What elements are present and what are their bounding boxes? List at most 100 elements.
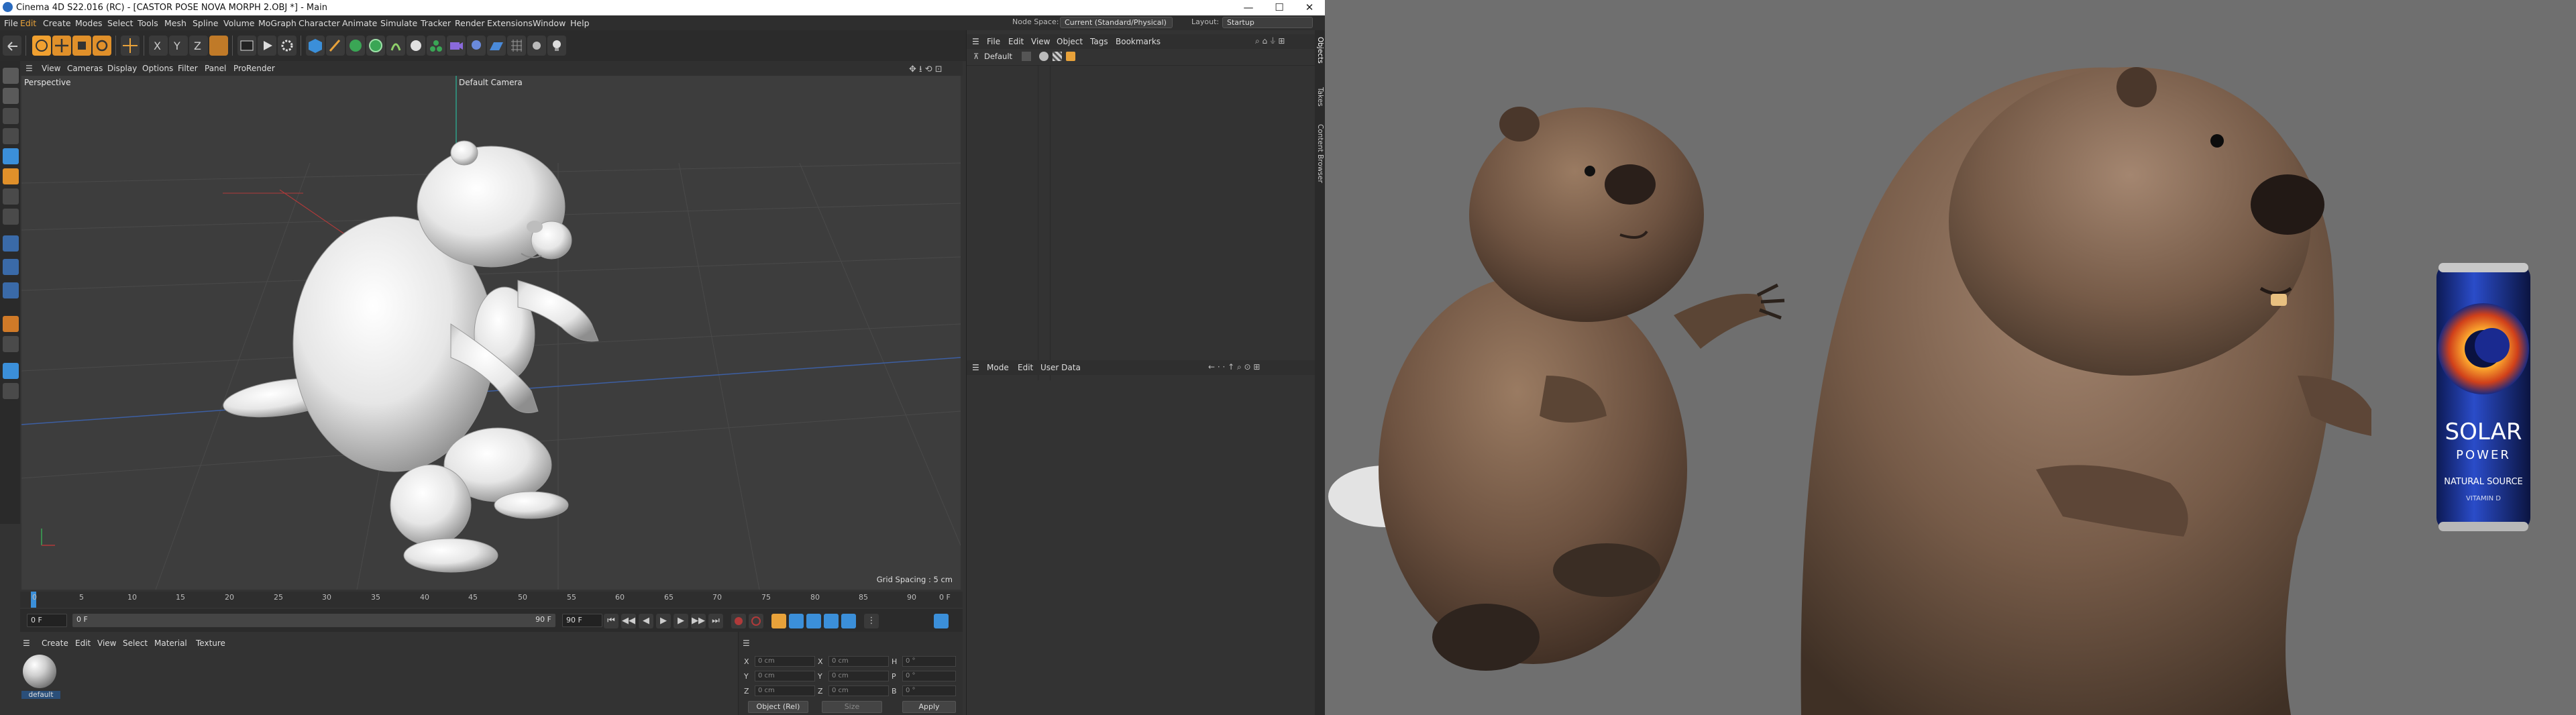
snap-icon[interactable] <box>3 259 19 275</box>
attributes-hamburger-icon[interactable]: ☰ <box>972 363 979 372</box>
light-icon[interactable] <box>467 36 486 56</box>
menu-file[interactable]: File <box>4 18 18 28</box>
play-icon[interactable]: ▶ <box>656 614 671 628</box>
rot-b-field[interactable]: 0 ° <box>902 685 956 696</box>
viewport-menu-panel[interactable]: Panel <box>205 64 226 73</box>
rot-p-field[interactable]: 0 ° <box>902 671 956 681</box>
apply-button[interactable]: Apply <box>902 701 956 713</box>
layer-default-label[interactable]: Default <box>984 52 1012 61</box>
polygons-mode-icon[interactable] <box>3 188 19 205</box>
viewport-menu-options[interactable]: Options <box>142 64 173 73</box>
grid-snap-icon[interactable] <box>507 36 526 56</box>
key-rotation-icon[interactable] <box>806 614 821 628</box>
menu-edit[interactable]: Edit <box>20 18 36 28</box>
objects-menu-view[interactable]: View <box>1031 37 1050 46</box>
attributes-nav-icons[interactable]: ← · · ↑ ⌕ ⊙ ⊞ <box>1208 362 1260 372</box>
make-editable-icon[interactable] <box>3 68 19 84</box>
menu-help[interactable]: Help <box>570 18 590 28</box>
size-y-field[interactable]: 0 cm <box>828 671 889 681</box>
objects-menu-object[interactable]: Object <box>1057 37 1083 46</box>
menu-window[interactable]: Window <box>533 18 566 28</box>
menu-create[interactable]: Create <box>43 18 71 28</box>
menu-character[interactable]: Character <box>299 18 340 28</box>
rotate-tool-icon[interactable] <box>93 36 111 56</box>
array-generator-icon[interactable] <box>366 36 385 56</box>
menu-tools[interactable]: Tools <box>138 18 158 28</box>
next-frame-icon[interactable]: ▶ <box>674 614 688 628</box>
tab-objects[interactable]: Objects <box>1316 37 1324 64</box>
lock-x-axis-icon[interactable]: X <box>149 36 168 56</box>
key-param-icon[interactable] <box>841 614 856 628</box>
menu-simulate[interactable]: Simulate <box>380 18 417 28</box>
timeline-ruler[interactable]: 0 5 10 15 20 25 30 35 40 45 50 55 60 65 … <box>20 592 963 608</box>
attributes-menu-mode[interactable]: Mode <box>987 363 1009 372</box>
timeline-options-icon[interactable] <box>934 614 949 628</box>
layer-texture-tag-icon[interactable] <box>1053 52 1062 61</box>
material-menu-edit[interactable]: Edit <box>75 639 91 648</box>
material-menu-view[interactable]: View <box>97 639 116 648</box>
render-region-icon[interactable] <box>237 36 256 56</box>
menu-select[interactable]: Select <box>107 18 133 28</box>
frame-range-slider[interactable]: 0 F 90 F <box>72 614 555 627</box>
viewport-menu-display[interactable]: Display <box>107 64 137 73</box>
material-menu-texture[interactable]: Texture <box>196 639 225 648</box>
workplane-icon[interactable] <box>527 36 546 56</box>
pos-y-field[interactable]: 0 cm <box>755 671 815 681</box>
sculpt-icon[interactable] <box>3 336 19 352</box>
menu-tracker[interactable]: Tracker <box>421 18 451 28</box>
minimize-button[interactable]: — <box>1233 0 1264 15</box>
pos-x-field[interactable]: 0 cm <box>755 656 815 667</box>
objects-menu-file[interactable]: File <box>987 37 1000 46</box>
current-frame-field[interactable]: 0 F <box>27 614 67 627</box>
layer-tag-icon[interactable] <box>1066 52 1075 61</box>
render-settings-icon[interactable] <box>278 36 297 56</box>
cube-primitive-icon[interactable] <box>306 36 325 56</box>
scale-tool-icon[interactable] <box>72 36 91 56</box>
size-x-field[interactable]: 0 cm <box>828 656 889 667</box>
pen-spline-icon[interactable] <box>326 36 345 56</box>
autokey-icon[interactable] <box>749 614 763 628</box>
coordinate-system-icon[interactable] <box>209 36 228 56</box>
menu-volume[interactable]: Volume <box>223 18 255 28</box>
rot-h-field[interactable]: 0 ° <box>902 656 956 667</box>
key-scale-icon[interactable] <box>824 614 839 628</box>
undo-icon[interactable] <box>3 36 21 56</box>
size-z-field[interactable]: 0 cm <box>828 685 889 696</box>
lightbulb-icon[interactable] <box>547 36 566 56</box>
transform-tool-icon[interactable] <box>121 36 140 56</box>
viewport-menu-prorender[interactable]: ProRender <box>233 64 275 73</box>
objects-search-icons[interactable]: ⌕ ⌂ ⏚ ⊞ <box>1255 36 1285 46</box>
viewport-camera-label[interactable]: Default Camera <box>459 78 523 87</box>
menu-render[interactable]: Render <box>455 18 485 28</box>
close-button[interactable]: ✕ <box>1294 0 1325 15</box>
record-keys-icon[interactable] <box>731 614 746 628</box>
go-to-end-icon[interactable]: ⏭ <box>708 614 723 628</box>
3d-viewport[interactable]: Perspective Default Camera Grid Spacing … <box>21 76 961 590</box>
attributes-menu-user-data[interactable]: User Data <box>1040 363 1081 372</box>
material-menu-select[interactable]: Select <box>123 639 148 648</box>
texture-mode-icon[interactable] <box>3 108 19 124</box>
viewport-menu-view[interactable]: View <box>42 64 60 73</box>
coordinate-mode-dropdown[interactable]: Object (Rel) <box>748 701 808 713</box>
pos-z-field[interactable]: 0 cm <box>755 685 815 696</box>
objects-menu-bookmarks[interactable]: Bookmarks <box>1116 37 1161 46</box>
material-menu-create[interactable]: Create <box>42 639 68 648</box>
keyframe-selection-icon[interactable] <box>771 614 786 628</box>
layout-dropdown[interactable]: Startup <box>1222 17 1313 28</box>
menu-spline[interactable]: Spline <box>193 18 218 28</box>
lock-y-axis-icon[interactable]: Y <box>169 36 188 56</box>
key-position-icon[interactable] <box>789 614 804 628</box>
tab-takes[interactable]: Takes <box>1316 87 1324 107</box>
live-select-icon[interactable] <box>32 36 51 56</box>
maximize-button[interactable]: ☐ <box>1264 0 1295 15</box>
menu-mesh[interactable]: Mesh <box>164 18 186 28</box>
node-space-dropdown[interactable]: Current (Standard/Physical) <box>1060 17 1173 28</box>
next-key-icon[interactable]: ▶▶ <box>691 614 706 628</box>
render-view-icon[interactable] <box>258 36 276 56</box>
viewport-hamburger-icon[interactable]: ☰ <box>25 64 33 73</box>
solo-icon[interactable] <box>3 282 19 298</box>
tab-content-browser[interactable]: Content Browser <box>1316 124 1324 183</box>
menu-extensions[interactable]: Extensions <box>487 18 533 28</box>
subdivision-surface-icon[interactable] <box>346 36 365 56</box>
cloner-icon[interactable] <box>427 36 445 56</box>
